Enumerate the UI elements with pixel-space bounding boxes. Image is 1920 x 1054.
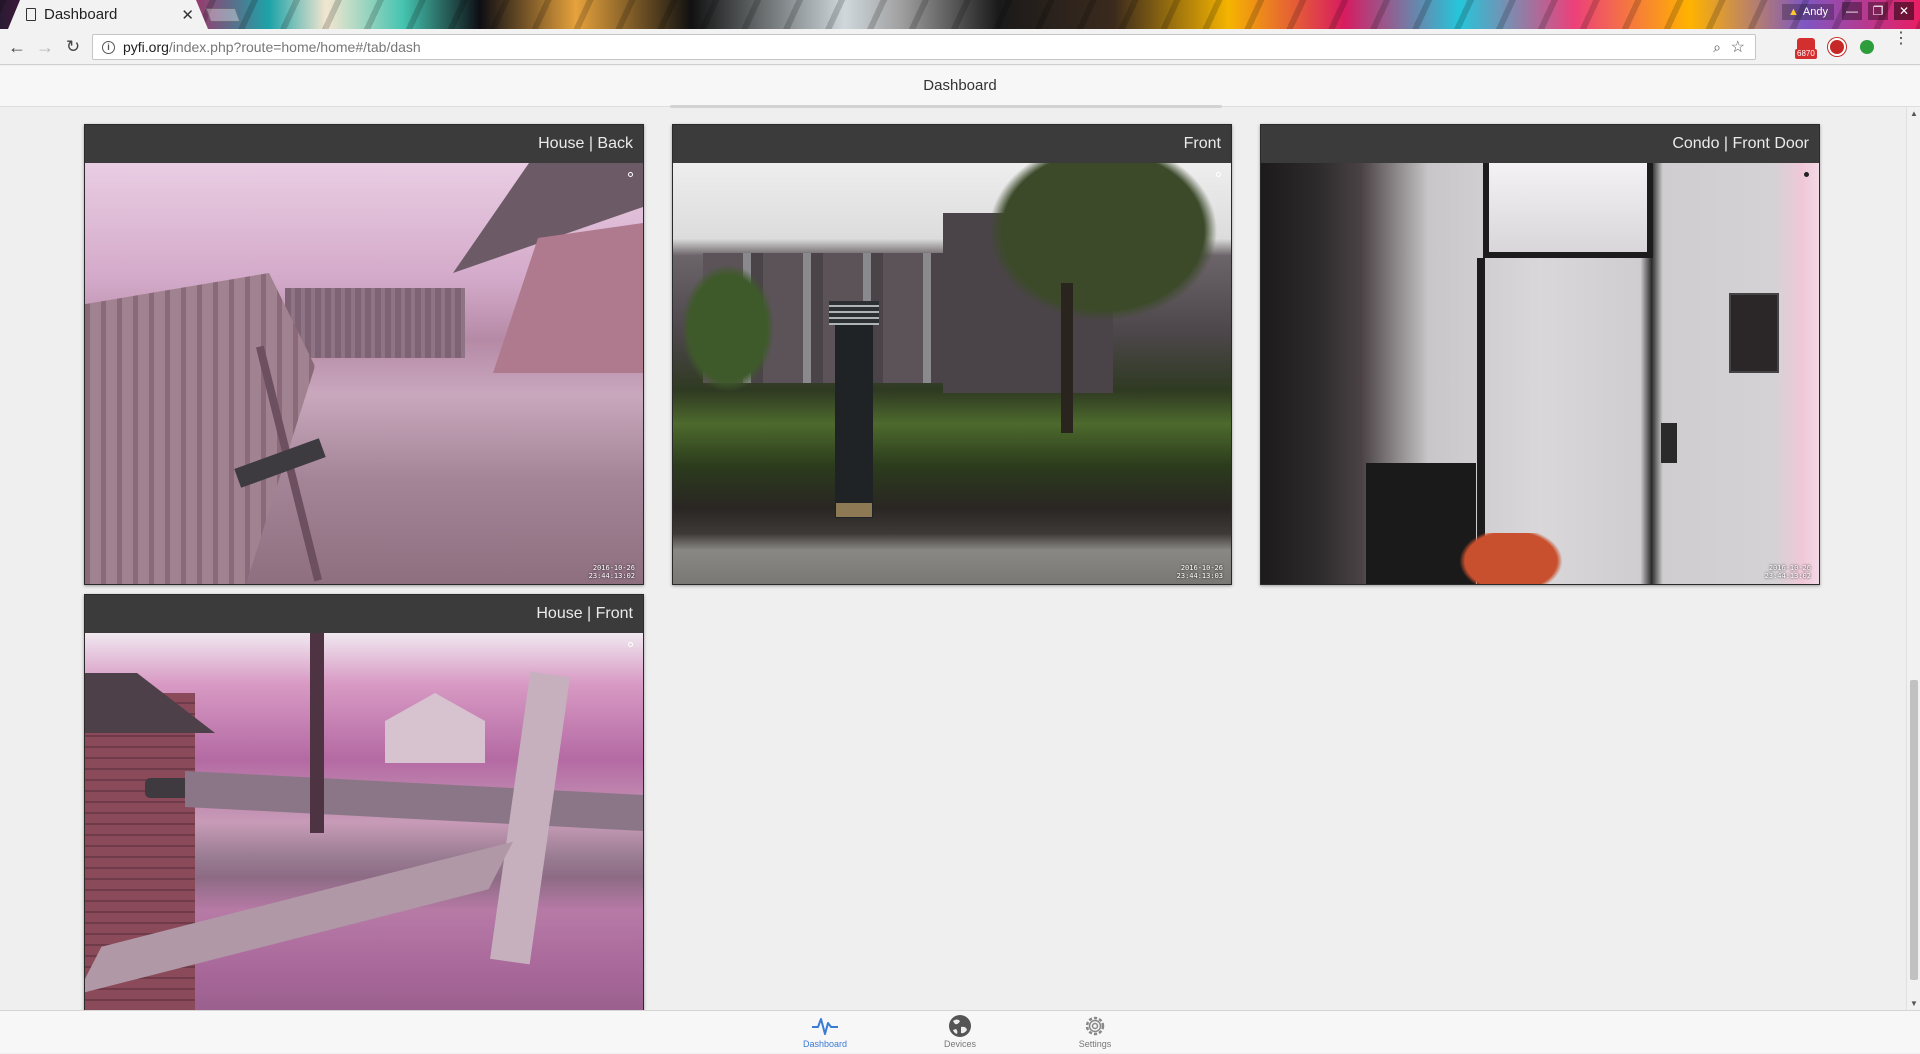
camera-card[interactable]: Condo | Front Door 2016-10-26 23:44:13:02 [1260,124,1820,585]
tab-devices[interactable]: Devices [920,1011,1000,1054]
camera-title: House | Front [536,605,633,622]
restore-button[interactable]: ❐ [1868,2,1888,20]
info-icon[interactable]: i [102,40,115,54]
browser-tab[interactable]: Dashboard ✕ [8,0,208,29]
fence-shape [285,288,465,358]
camera-timestamp: 2016-10-26 23:44:13:02 [588,564,635,580]
url-text: pyfi.org/index.php?route=home/home#/tab/… [123,39,421,55]
lamp-base-shape [836,503,872,517]
tab-settings[interactable]: Settings [1055,1011,1135,1054]
gmail-extension-icon[interactable]: 6870 [1795,38,1817,59]
tree-trunk [310,633,324,833]
camera-card[interactable]: Front 2016-10-26 23:44:13:03 [672,124,1232,585]
camera-title: House | Back [538,135,633,152]
gmail-badge: 6870 [1795,49,1817,59]
address-bar[interactable]: i pyfi.org/index.php?route=home/home#/ta… [92,34,1756,60]
browser-menu-icon[interactable]: ⋮ [1893,31,1909,53]
camera-card[interactable]: House | Front [84,594,644,1010]
tree-canopy [673,253,783,403]
camera-feed-image[interactable]: 2016-10-26 23:44:13:03 [673,163,1231,584]
camera-feed-image[interactable] [85,633,643,1010]
browser-titlebar: Dashboard ✕ ▲ Andy — ❐ ✕ [0,0,1920,29]
camera-title: Condo | Front Door [1672,135,1809,152]
tree-canopy [973,163,1231,333]
tab-label: Devices [943,1039,976,1049]
adblock-extension-icon[interactable] [1828,38,1846,56]
bookmark-star-icon[interactable]: ☆ [1731,37,1745,57]
camera-indicator-icon [628,172,633,177]
scrollbar-thumb[interactable] [1910,680,1918,980]
tab-label: Dashboard [802,1039,848,1049]
page-scrollbar[interactable]: ▲ ▼ [1906,107,1920,1010]
green-extension-icon[interactable] [1860,40,1874,54]
camera-timestamp: 2016-10-26 23:44:13:02 [1764,564,1811,580]
transom-window-shape [1483,163,1653,258]
back-button[interactable]: ← [6,36,28,58]
new-tab-button[interactable] [205,8,241,22]
camera-timestamp: 2016-10-26 23:44:13:03 [1176,564,1223,580]
theme-artwork [0,0,1920,29]
close-window-button[interactable]: ✕ [1894,2,1914,20]
close-tab-icon[interactable]: ✕ [181,6,194,24]
camera-indicator-icon [628,642,633,647]
profile-name: Andy [1802,6,1828,18]
browser-toolbar: ← → ↻ i pyfi.org/index.php?route=home/ho… [0,29,1920,65]
lamp-post-shape [835,308,873,518]
camera-feed-image[interactable]: 2016-10-26 23:44:13:02 [1261,163,1819,584]
street-shape [185,770,643,832]
bottom-tab-bar: Dashboard Devices Settings [0,1010,1920,1053]
camera-indicator-icon [1216,172,1221,177]
camera-feed-image[interactable]: 2016-10-26 23:44:13:02 [85,163,643,584]
scroll-down-icon[interactable]: ▼ [1910,999,1918,1008]
camera-indicator-icon [1804,172,1809,177]
tab-label: Settings [1078,1039,1112,1049]
pumpkin-shape [1446,533,1576,584]
url-host: pyfi.org [123,39,169,55]
page-title: Dashboard [923,77,997,94]
gear-icon [1055,1013,1135,1039]
reload-button[interactable]: ↻ [62,36,84,58]
url-path: /index.php?route=home/home#/tab/dash [168,39,421,55]
dashboard-content: House | Back 2016-10-26 23:44:13:02 Front [0,107,1906,1010]
scroll-up-icon[interactable]: ▲ [1910,109,1918,118]
warning-icon: ▲ [1788,6,1799,18]
tab-dashboard[interactable]: Dashboard [785,1011,865,1054]
lamp-head-shape [829,301,879,325]
zoom-icon[interactable]: ⌕ [1713,39,1721,56]
camera-card[interactable]: House | Back 2016-10-26 23:44:13:02 [84,124,644,585]
porch-roof-shape [85,673,215,733]
minimize-button[interactable]: — [1842,2,1862,20]
tab-title: Dashboard [44,6,118,23]
camera-title: Front [1183,135,1221,152]
pulse-icon [785,1013,865,1039]
neighbor-house-shape [385,693,485,763]
keypad-shape [1729,293,1779,373]
door-lock-shape [1661,423,1677,463]
profile-button[interactable]: ▲ Andy [1782,4,1834,20]
forward-button[interactable]: → [34,36,56,58]
globe-icon [920,1013,1000,1039]
app-header: Dashboard [0,66,1920,108]
tree-trunk [1061,283,1073,433]
document-icon [26,8,36,21]
